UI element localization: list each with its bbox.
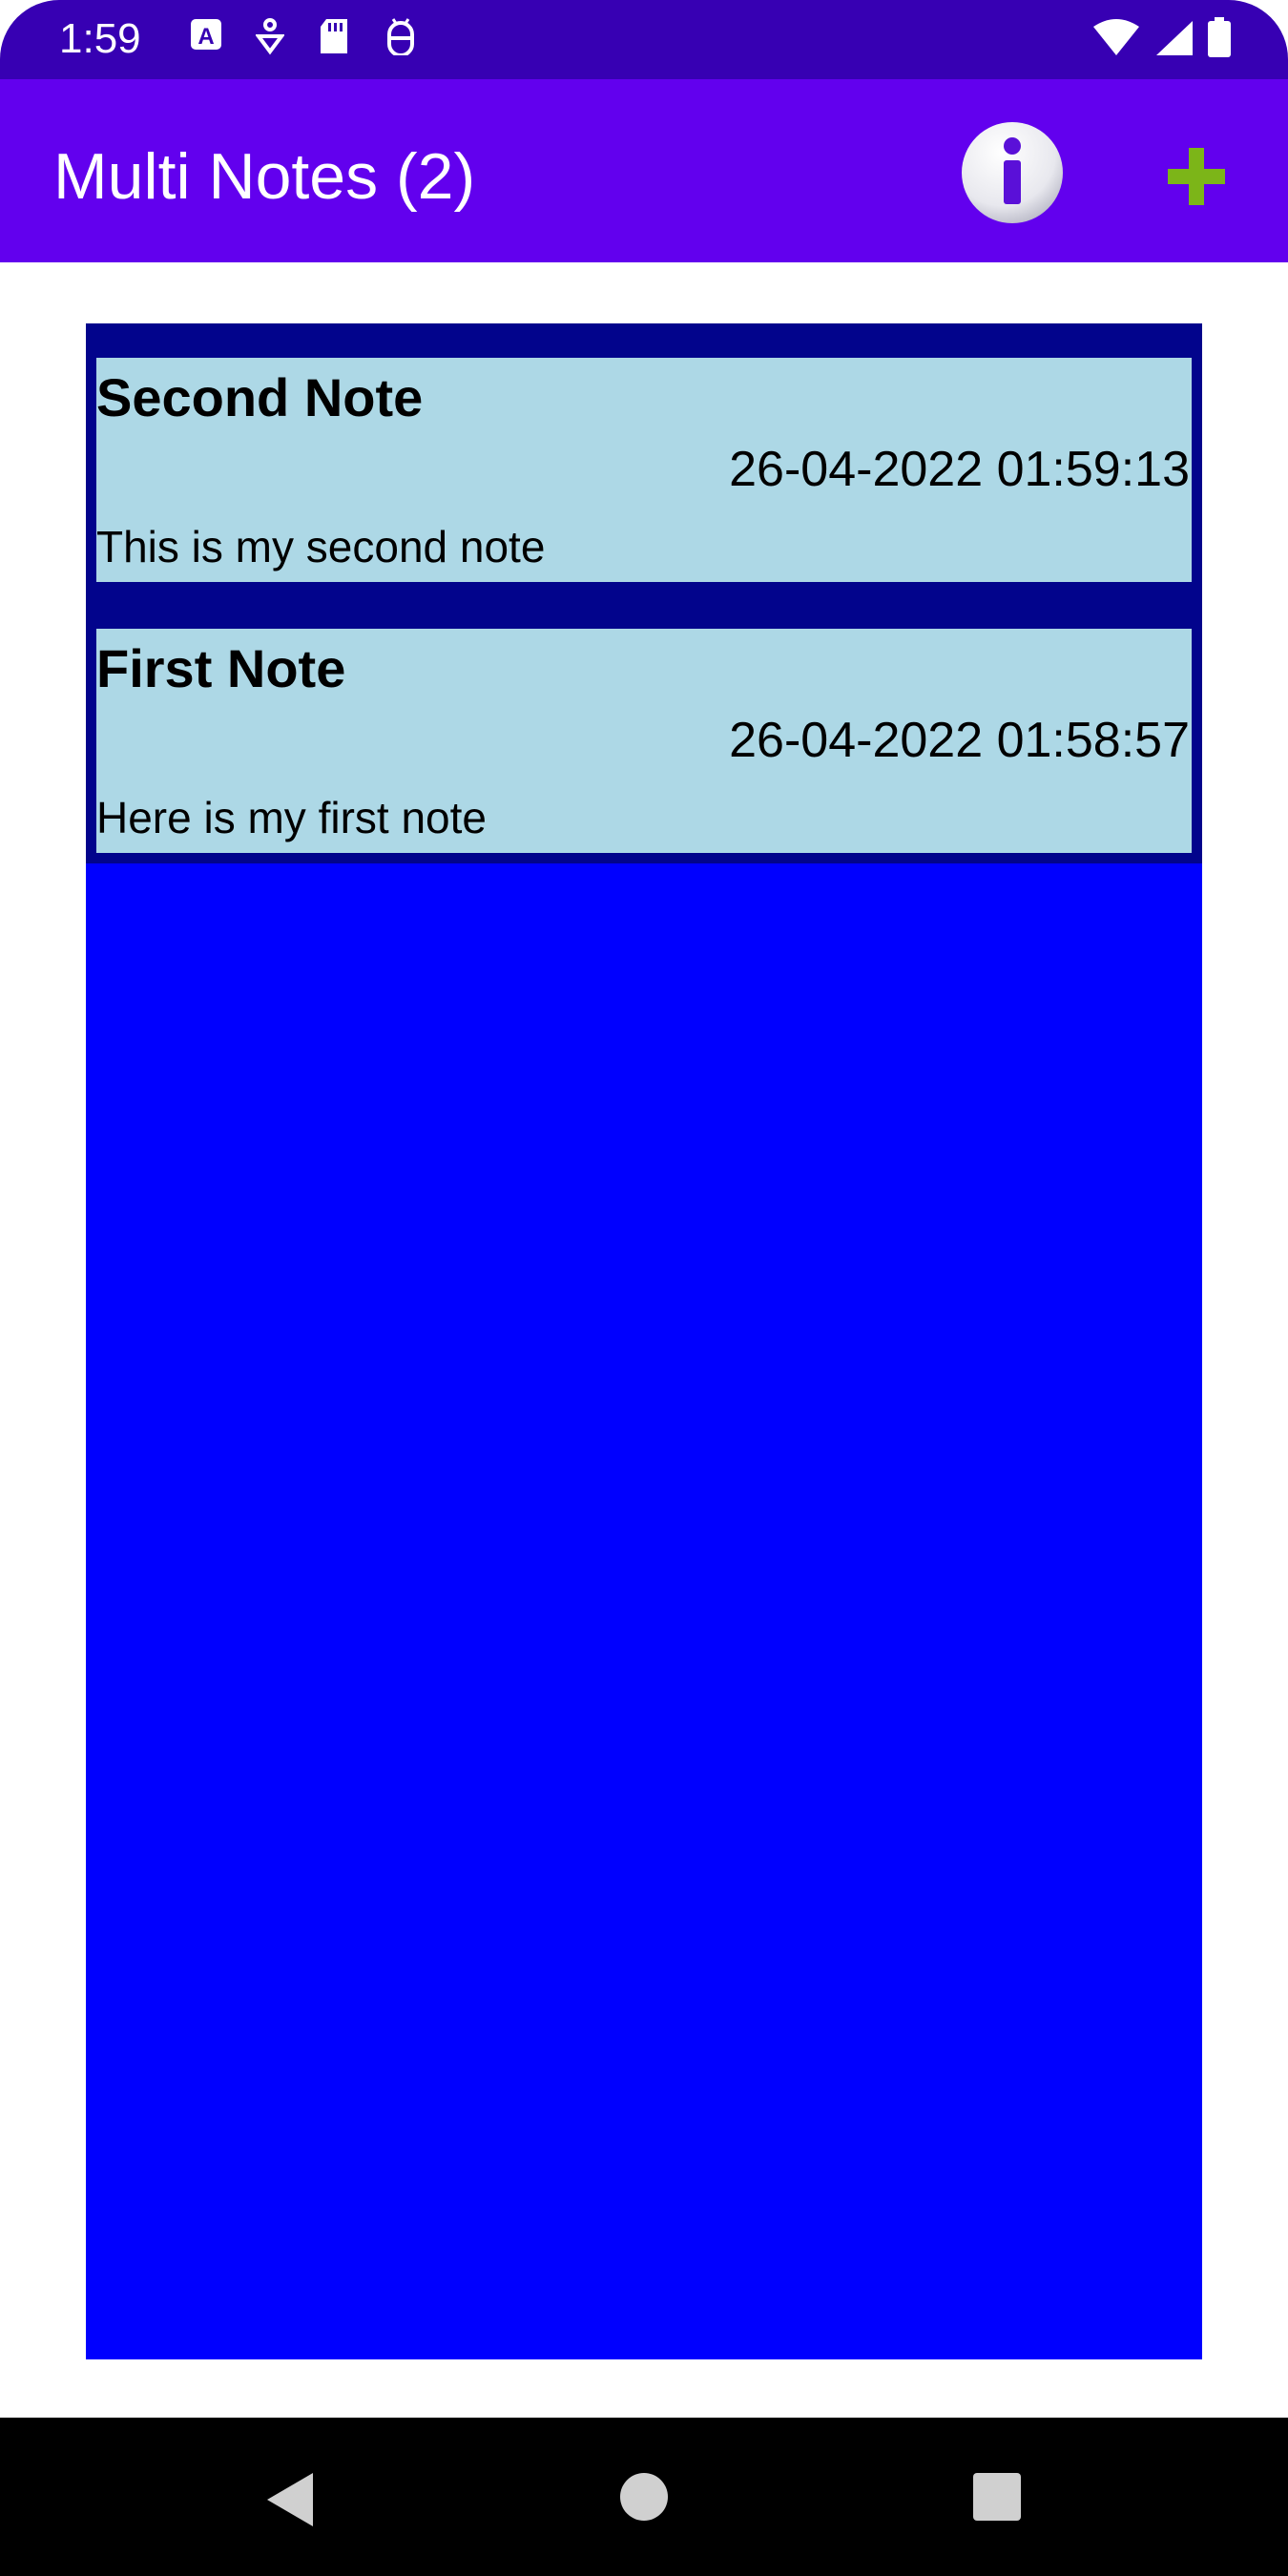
notes-list[interactable]: Second Note 26-04-2022 01:59:13 This is …: [86, 323, 1202, 2359]
plus-icon: [1168, 148, 1225, 205]
note-timestamp: 26-04-2022 01:59:13: [729, 442, 1190, 497]
note-timestamp: 26-04-2022 01:58:57: [729, 713, 1190, 768]
android-debug-icon: [387, 18, 414, 55]
recents-button[interactable]: [971, 2471, 1023, 2527]
status-time: 1:59: [59, 15, 141, 62]
wifi-icon: [1093, 19, 1139, 55]
a-notification-icon: A: [191, 19, 221, 50]
status-icons-left: A: [189, 17, 418, 55]
cellular-signal-icon: [1156, 21, 1193, 55]
back-icon: [267, 2473, 313, 2526]
info-icon: [962, 122, 1063, 223]
app-title: Multi Notes (2): [53, 140, 476, 213]
app-bar: Multi Notes (2): [0, 79, 1288, 262]
back-button[interactable]: [263, 2471, 317, 2533]
assistant-icon: [256, 18, 284, 55]
note-body: This is my second note: [96, 522, 546, 571]
info-button[interactable]: [960, 120, 1065, 225]
svg-text:A: A: [197, 24, 214, 50]
status-icons-right: [1091, 17, 1233, 59]
note-title: First Note: [96, 638, 346, 698]
recents-icon: [973, 2473, 1021, 2521]
add-button[interactable]: [1156, 136, 1236, 217]
sd-card-icon: [321, 19, 347, 53]
note-title: Second Note: [96, 367, 424, 427]
home-button[interactable]: [618, 2471, 670, 2527]
battery-icon: [1208, 17, 1231, 57]
status-bar: 1:59 A: [0, 0, 1288, 79]
home-icon: [620, 2473, 668, 2521]
note-body: Here is my first note: [96, 793, 487, 842]
notes-list-content: Second Note 26-04-2022 01:59:13 This is …: [86, 323, 1202, 863]
note-item[interactable]: Second Note 26-04-2022 01:59:13 This is …: [96, 358, 1192, 582]
navigation-bar: [0, 2418, 1288, 2576]
note-item[interactable]: First Note 26-04-2022 01:58:57 Here is m…: [96, 629, 1192, 853]
